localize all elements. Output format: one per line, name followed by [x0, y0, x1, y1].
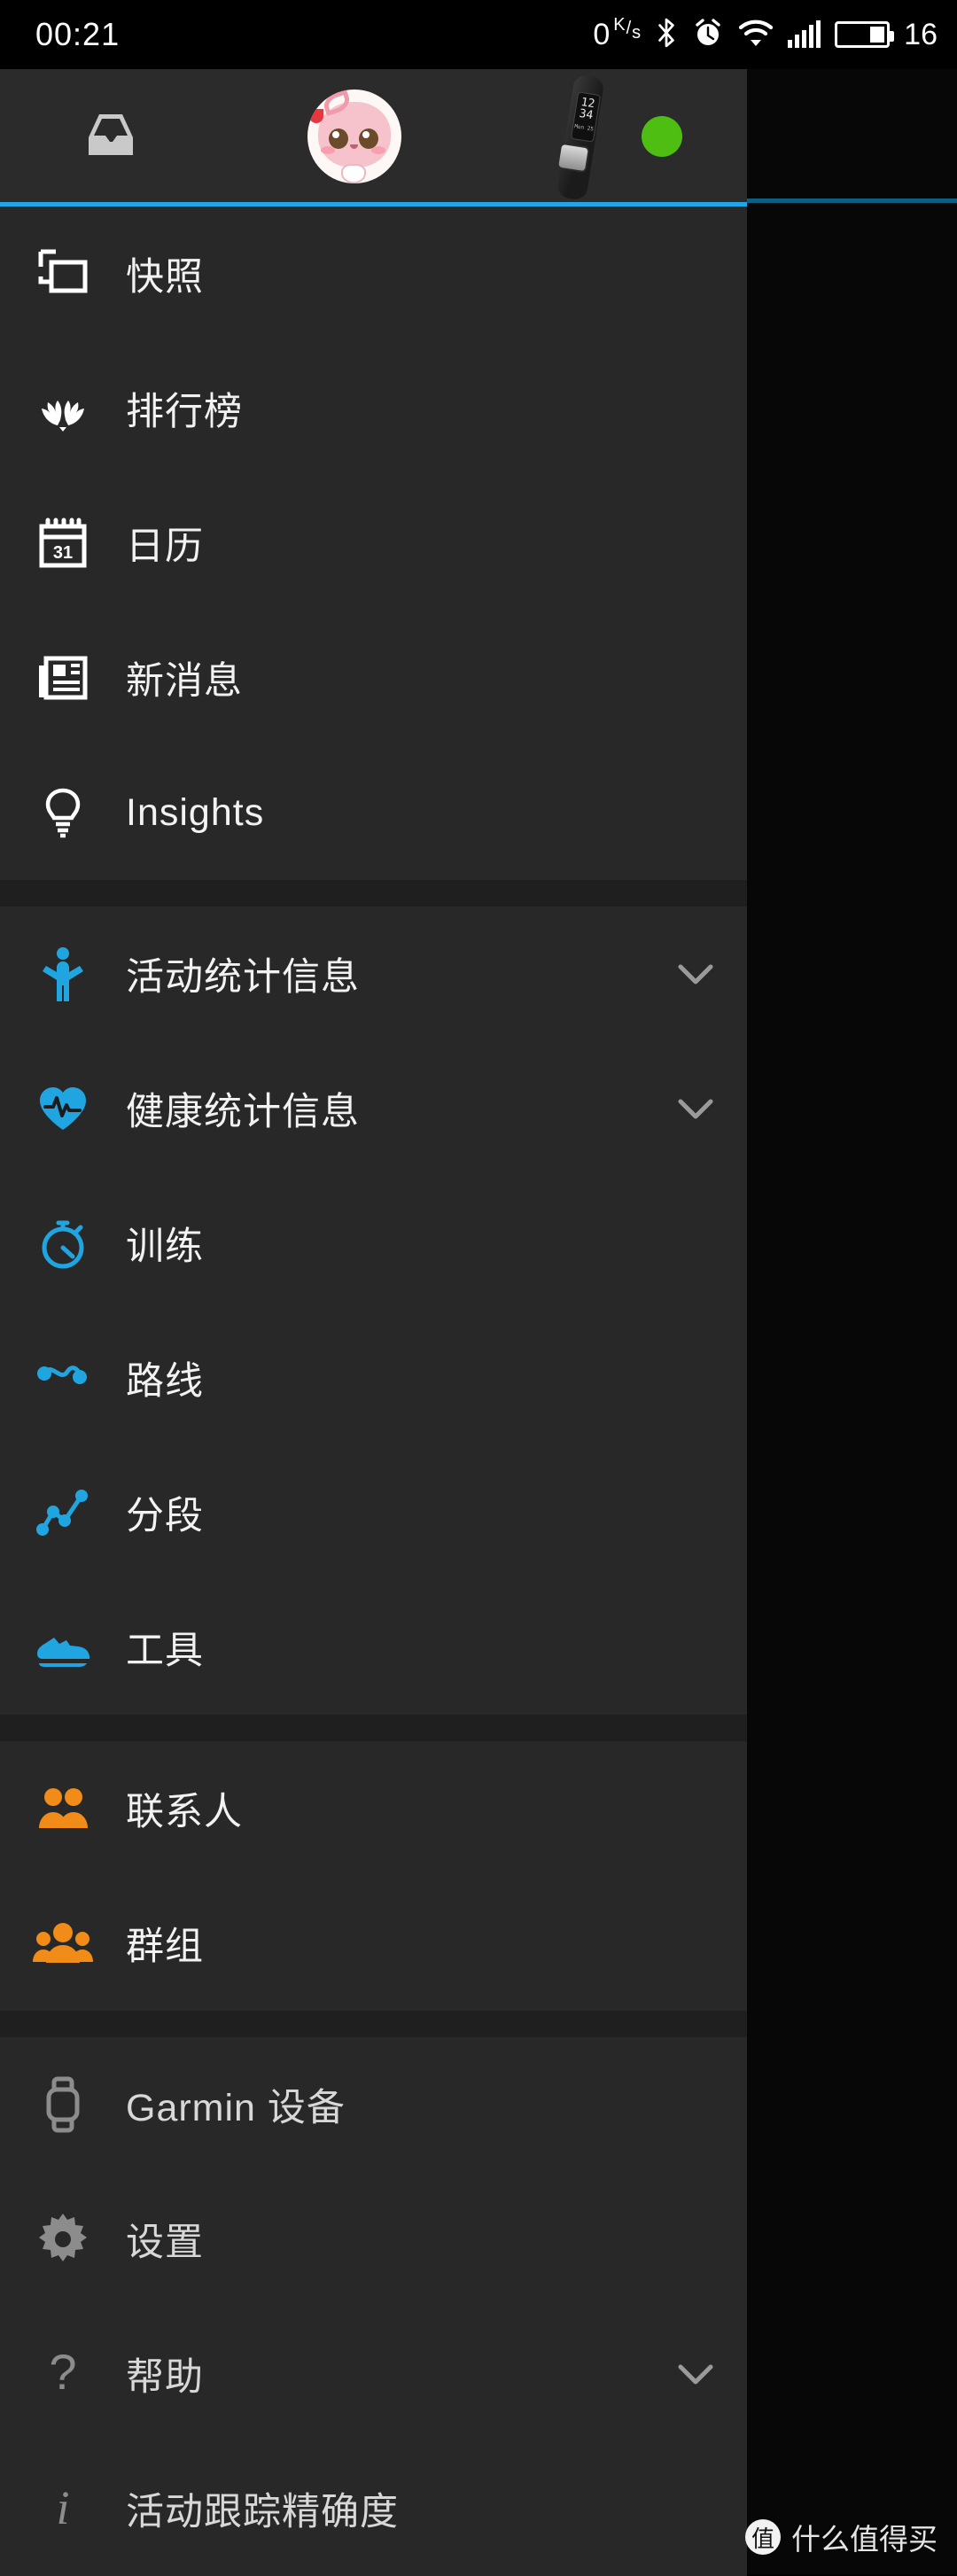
svg-text:?: ?	[49, 2346, 76, 2400]
chevron-down-icon[interactable]	[674, 953, 717, 995]
network-speed-unit: K / s	[613, 15, 641, 42]
sidebar-item-label: 设置	[126, 2222, 204, 2264]
device-screen-line2: 34	[577, 106, 594, 123]
garmin-band-device-icon: 12 34 Mon 25	[553, 70, 610, 203]
sidebar-item-label: Garmin 设备	[126, 2087, 346, 2129]
drawer-group-fitness: 活动统计信息 健康统计信息 训练 路线 分段 工具	[0, 907, 747, 1715]
connection-status-dot	[641, 116, 682, 157]
chevron-down-icon[interactable]	[674, 1087, 717, 1130]
info-icon: i	[25, 2471, 101, 2547]
sidebar-item-health-stats[interactable]: 健康统计信息	[0, 1041, 747, 1176]
watermark-logo-icon: 值	[745, 2519, 781, 2555]
sidebar-item-label: Insights	[126, 790, 265, 834]
network-speed-indicator: 0 K / s	[593, 15, 641, 51]
stopwatch-icon	[25, 1205, 101, 1281]
groups-people-icon	[25, 1905, 101, 1981]
sidebar-item-groups[interactable]: 群组	[0, 1876, 747, 2011]
drawer-scrim-overlay[interactable]	[747, 69, 957, 2574]
sidebar-item-label: 路线	[126, 1360, 204, 1403]
sidebar-item-insights[interactable]: Insights	[0, 745, 747, 880]
sidebar-item-training[interactable]: 训练	[0, 1176, 747, 1311]
sidebar-item-settings[interactable]: 设置	[0, 2172, 747, 2307]
network-speed-value: 0	[593, 18, 611, 51]
drawer-group-social: 联系人 群组	[0, 1741, 747, 2011]
sidebar-item-label: 健康统计信息	[126, 1091, 360, 1133]
drawer-divider	[0, 2011, 747, 2037]
sidebar-item-segments[interactable]: 分段	[0, 1445, 747, 1580]
status-bar-tray: 0 K / s 16	[593, 15, 938, 53]
battery-icon	[835, 21, 895, 48]
navigation-drawer: 快照 排行榜 31 日历 新消息 Insights 活动统计信息 健康统计信息 …	[0, 206, 747, 2576]
sidebar-item-snapshot[interactable]: 快照	[0, 206, 747, 341]
avatar	[307, 89, 401, 183]
sidebar-item-label: 工具	[126, 1630, 204, 1672]
inbox-button[interactable]	[0, 107, 222, 167]
header-accent-line-dim	[747, 198, 957, 203]
gear-icon	[25, 2201, 101, 2277]
watch-device-icon	[25, 2066, 101, 2143]
running-shoe-icon	[25, 1609, 101, 1685]
status-bar-clock: 00:21	[35, 16, 121, 52]
sidebar-item-label: 帮助	[126, 2356, 204, 2399]
sidebar-item-label: 活动统计信息	[126, 956, 360, 999]
sidebar-item-activity-stats[interactable]: 活动统计信息	[0, 907, 747, 1041]
sidebar-item-leaderboard[interactable]: 排行榜	[0, 341, 747, 476]
signal-bars-icon	[788, 20, 821, 48]
device-status-button[interactable]: 12 34 Mon 25	[487, 70, 747, 203]
segments-chart-icon	[25, 1475, 101, 1551]
device-screen-line3: Mon 25	[573, 123, 594, 133]
sidebar-item-label: 训练	[126, 1226, 204, 1268]
snapshot-icon	[25, 236, 101, 312]
sidebar-item-label: 排行榜	[126, 391, 243, 433]
status-bar: 00:21 0 K / s 16	[0, 0, 957, 69]
leaderboard-laurel-icon	[25, 370, 101, 447]
battery-level-label: 16	[904, 17, 938, 51]
drawer-group-general: 快照 排行榜 31 日历 新消息 Insights	[0, 206, 747, 880]
sidebar-item-label: 日历	[126, 525, 204, 568]
wifi-icon	[738, 19, 774, 51]
sidebar-item-label: 新消息	[126, 660, 243, 703]
calendar-icon: 31	[25, 505, 101, 581]
sidebar-item-label: 快照	[126, 256, 204, 299]
network-speed-unit-top: K	[613, 15, 626, 35]
sidebar-item-gear[interactable]: 工具	[0, 1580, 747, 1715]
contacts-people-icon	[25, 1771, 101, 1847]
sidebar-item-label: 群组	[126, 1926, 204, 1968]
watermark-text: 什么值得买	[791, 2523, 938, 2556]
sidebar-item-label: 活动跟踪精确度	[126, 2491, 399, 2533]
inbox-icon	[82, 107, 140, 167]
sidebar-item-label: 分段	[126, 1495, 204, 1537]
health-heart-icon	[25, 1070, 101, 1147]
sidebar-item-routes[interactable]: 路线	[0, 1311, 747, 1445]
route-icon	[25, 1340, 101, 1416]
svg-text:i: i	[56, 2481, 69, 2534]
network-speed-unit-bottom: s	[632, 23, 642, 43]
lightbulb-icon	[25, 774, 101, 851]
sidebar-item-help[interactable]: ? 帮助	[0, 2307, 747, 2441]
sidebar-item-calendar[interactable]: 31 日历	[0, 476, 747, 611]
drawer-divider	[0, 1715, 747, 1741]
sidebar-item-contacts[interactable]: 联系人	[0, 1741, 747, 1876]
news-icon	[25, 640, 101, 716]
network-speed-unit-slash: /	[626, 19, 632, 38]
alarm-clock-icon	[692, 17, 724, 53]
sidebar-item-activity-tracking-accuracy[interactable]: i 活动跟踪精确度	[0, 2441, 747, 2576]
help-question-icon: ?	[25, 2336, 101, 2412]
drawer-group-system: Garmin 设备 设置 ? 帮助 i 活动跟踪精确度	[0, 2037, 747, 2576]
drawer-divider	[0, 880, 747, 907]
sidebar-item-news[interactable]: 新消息	[0, 611, 747, 745]
sidebar-item-label: 联系人	[126, 1791, 243, 1833]
chevron-down-icon[interactable]	[674, 2353, 717, 2395]
bluetooth-icon	[655, 17, 678, 53]
watermark: 值 什么值得买	[745, 2516, 938, 2558]
sidebar-item-garmin-devices[interactable]: Garmin 设备	[0, 2037, 747, 2172]
avatar-button[interactable]	[222, 89, 487, 183]
activity-person-icon	[25, 936, 101, 1012]
svg-text:31: 31	[53, 543, 73, 563]
drawer-header: 12 34 Mon 25	[0, 69, 747, 204]
